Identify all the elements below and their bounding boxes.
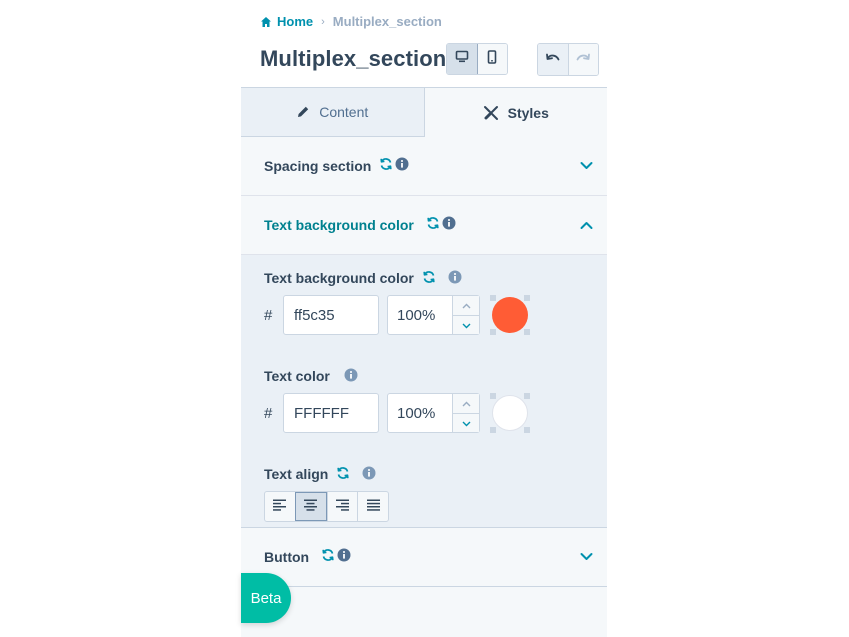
text-bg-section-title: Text background color bbox=[264, 217, 414, 233]
align-justify-icon bbox=[366, 498, 380, 516]
bg-color-label-text: Text background color bbox=[264, 270, 414, 286]
info-icon[interactable] bbox=[362, 466, 376, 483]
bg-color-swatch-button[interactable] bbox=[490, 295, 530, 335]
bg-opacity-increment[interactable] bbox=[453, 296, 479, 315]
swatch-corner bbox=[490, 329, 496, 335]
text-color-swatch bbox=[492, 395, 528, 431]
bg-color-swatch bbox=[492, 297, 528, 333]
paint-tools-icon bbox=[483, 105, 499, 121]
desktop-icon bbox=[455, 50, 469, 68]
chevron-down-icon[interactable] bbox=[580, 162, 593, 171]
text-color-label-text: Text color bbox=[264, 368, 330, 384]
swatch-corner bbox=[524, 427, 530, 433]
sync-icon[interactable] bbox=[426, 216, 440, 235]
editor-panel: Home › Multiplex_section Multiplex_secti… bbox=[241, 0, 607, 637]
text-color-row: # bbox=[264, 393, 584, 433]
chevron-up-icon bbox=[462, 296, 471, 314]
text-opacity-input[interactable] bbox=[388, 394, 452, 432]
text-opacity-field bbox=[387, 393, 480, 433]
breadcrumb: Home › Multiplex_section bbox=[260, 14, 442, 29]
text-opacity-decrement[interactable] bbox=[453, 412, 479, 432]
beta-badge[interactable]: Beta bbox=[241, 573, 291, 623]
bg-color-field-label: Text background color bbox=[264, 269, 584, 287]
bg-color-row: # bbox=[264, 295, 584, 335]
align-center-icon bbox=[304, 498, 318, 516]
align-left-button[interactable] bbox=[265, 492, 295, 521]
align-right-icon bbox=[335, 498, 349, 516]
styles-accordion: Spacing section Text background color Te… bbox=[241, 137, 607, 637]
mobile-icon bbox=[487, 49, 497, 69]
text-opacity-increment[interactable] bbox=[453, 394, 479, 413]
button-section-header[interactable]: Button bbox=[241, 528, 607, 587]
bg-opacity-field bbox=[387, 295, 480, 335]
sync-icon[interactable] bbox=[336, 466, 350, 483]
redo-icon bbox=[575, 51, 591, 69]
text-opacity-stepper bbox=[452, 394, 479, 432]
align-left-icon bbox=[273, 498, 287, 516]
redo-button[interactable] bbox=[567, 44, 598, 75]
mobile-preview-button[interactable] bbox=[477, 44, 507, 74]
bg-opacity-decrement[interactable] bbox=[453, 314, 479, 334]
swatch-corner bbox=[524, 329, 530, 335]
breadcrumb-separator: › bbox=[321, 15, 325, 28]
sync-icon[interactable] bbox=[321, 548, 335, 567]
breadcrumb-current: Multiplex_section bbox=[332, 14, 442, 29]
device-preview-toggle bbox=[446, 43, 508, 75]
text-align-field-label: Text align bbox=[264, 465, 584, 483]
text-align-label-text: Text align bbox=[264, 466, 329, 482]
home-icon[interactable] bbox=[260, 16, 272, 28]
chevron-down-icon bbox=[462, 414, 471, 432]
tab-styles-label: Styles bbox=[507, 104, 549, 121]
chevron-down-icon[interactable] bbox=[580, 553, 593, 562]
sync-icon[interactable] bbox=[422, 270, 436, 287]
tab-styles[interactable]: Styles bbox=[424, 87, 607, 137]
swatch-corner bbox=[524, 393, 530, 399]
spacing-section-header[interactable]: Spacing section bbox=[241, 137, 607, 196]
swatch-corner bbox=[490, 295, 496, 301]
info-icon[interactable] bbox=[337, 548, 351, 567]
history-controls bbox=[537, 43, 599, 76]
chevron-up-icon[interactable] bbox=[580, 221, 593, 230]
button-section-title: Button bbox=[264, 549, 310, 565]
spacing-section-title: Spacing section bbox=[264, 158, 372, 174]
info-icon[interactable] bbox=[448, 270, 462, 287]
chevron-down-icon bbox=[462, 316, 471, 334]
undo-button[interactable] bbox=[538, 44, 568, 75]
hash-symbol: # bbox=[264, 404, 273, 422]
info-icon[interactable] bbox=[442, 216, 456, 235]
swatch-corner bbox=[490, 393, 496, 399]
align-justify-button[interactable] bbox=[357, 492, 388, 521]
text-color-swatch-button[interactable] bbox=[490, 393, 530, 433]
info-icon[interactable] bbox=[395, 157, 409, 176]
text-bg-section-header[interactable]: Text background color bbox=[241, 196, 607, 255]
breadcrumb-home-link[interactable]: Home bbox=[277, 14, 313, 29]
undo-icon bbox=[545, 51, 561, 69]
page-title: Multiplex_section bbox=[260, 46, 447, 71]
text-hex-input[interactable] bbox=[283, 393, 379, 433]
bg-hex-input[interactable] bbox=[283, 295, 379, 335]
tab-content-label: Content bbox=[319, 104, 369, 120]
text-bg-section-body: Text background color # ff5c35 100% Text… bbox=[241, 255, 607, 528]
hash-symbol: # bbox=[264, 306, 273, 324]
swatch-corner bbox=[490, 427, 496, 433]
sync-icon[interactable] bbox=[379, 157, 393, 176]
bg-opacity-stepper bbox=[452, 296, 479, 334]
swatch-corner bbox=[524, 295, 530, 301]
text-color-field-label: Text color bbox=[264, 367, 584, 385]
info-icon[interactable] bbox=[344, 368, 358, 385]
chevron-up-icon bbox=[462, 394, 471, 412]
pencil-icon bbox=[296, 105, 310, 119]
align-center-button[interactable] bbox=[294, 492, 327, 521]
align-right-button[interactable] bbox=[326, 492, 358, 521]
tab-content[interactable]: Content bbox=[241, 87, 425, 137]
bg-opacity-input[interactable] bbox=[388, 296, 452, 334]
editor-tabs: Content Styles bbox=[241, 87, 607, 137]
text-align-group bbox=[264, 491, 389, 522]
desktop-preview-button[interactable] bbox=[447, 44, 478, 74]
